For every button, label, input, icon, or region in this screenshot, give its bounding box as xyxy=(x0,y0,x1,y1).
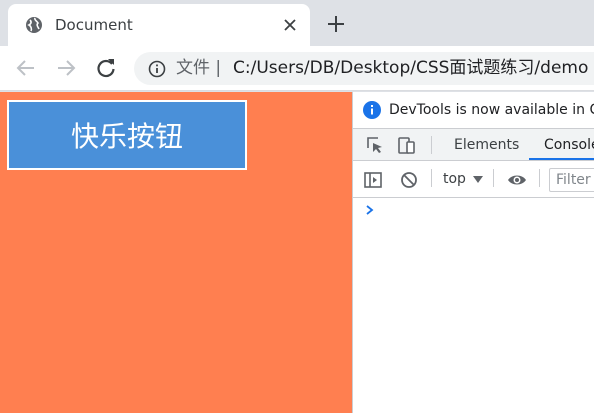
chevron-down-icon[interactable] xyxy=(473,176,483,183)
active-tab-indicator xyxy=(529,158,594,160)
info-icon xyxy=(363,101,381,119)
divider xyxy=(431,169,432,187)
url-text[interactable]: C:/Users/DB/Desktop/CSS面试题练习/demo xyxy=(233,58,588,79)
info-icon[interactable] xyxy=(148,60,166,78)
tab-console[interactable]: Console xyxy=(544,137,594,154)
devtools-infobar: DevTools is now available in Ch xyxy=(353,92,594,129)
browser-toolbar: 文件 | C:/Users/DB/Desktop/CSS面试题练习/demo xyxy=(0,46,594,91)
devtools-tabbar: Elements Console xyxy=(353,129,594,161)
devtools-panel: DevTools is now available in Ch Elements… xyxy=(352,92,594,413)
context-select[interactable]: top xyxy=(443,171,466,188)
divider xyxy=(493,169,494,187)
page-viewport: 快乐按钮 xyxy=(0,92,352,413)
filter-input[interactable]: Filter xyxy=(549,168,594,192)
address-bar[interactable]: 文件 | C:/Users/DB/Desktop/CSS面试题练习/demo xyxy=(134,52,594,85)
sidebar-toggle-icon[interactable] xyxy=(363,170,383,190)
eye-icon[interactable] xyxy=(507,170,527,190)
console-toolbar: top Filter xyxy=(353,162,594,198)
tab-elements[interactable]: Elements xyxy=(454,137,519,154)
close-icon[interactable] xyxy=(280,15,300,35)
back-arrow-icon[interactable] xyxy=(14,56,38,80)
console-prompt-icon xyxy=(366,205,374,215)
devtools-info-text: DevTools is now available in Ch xyxy=(389,102,594,118)
divider xyxy=(431,136,432,154)
tab-title: Document xyxy=(55,16,133,34)
device-toolbar-icon[interactable] xyxy=(397,135,417,155)
browser-tab[interactable]: Document xyxy=(8,4,310,46)
file-label: 文件 | xyxy=(176,58,222,78)
globe-icon xyxy=(26,17,42,33)
clear-console-icon[interactable] xyxy=(399,170,419,190)
new-tab-icon[interactable] xyxy=(326,14,346,34)
tab-strip: Document xyxy=(0,0,594,46)
reload-icon[interactable] xyxy=(94,56,118,80)
forward-arrow-icon[interactable] xyxy=(54,56,78,80)
happy-button[interactable]: 快乐按钮 xyxy=(7,100,247,170)
divider xyxy=(539,169,540,187)
inspect-element-icon[interactable] xyxy=(365,135,385,155)
